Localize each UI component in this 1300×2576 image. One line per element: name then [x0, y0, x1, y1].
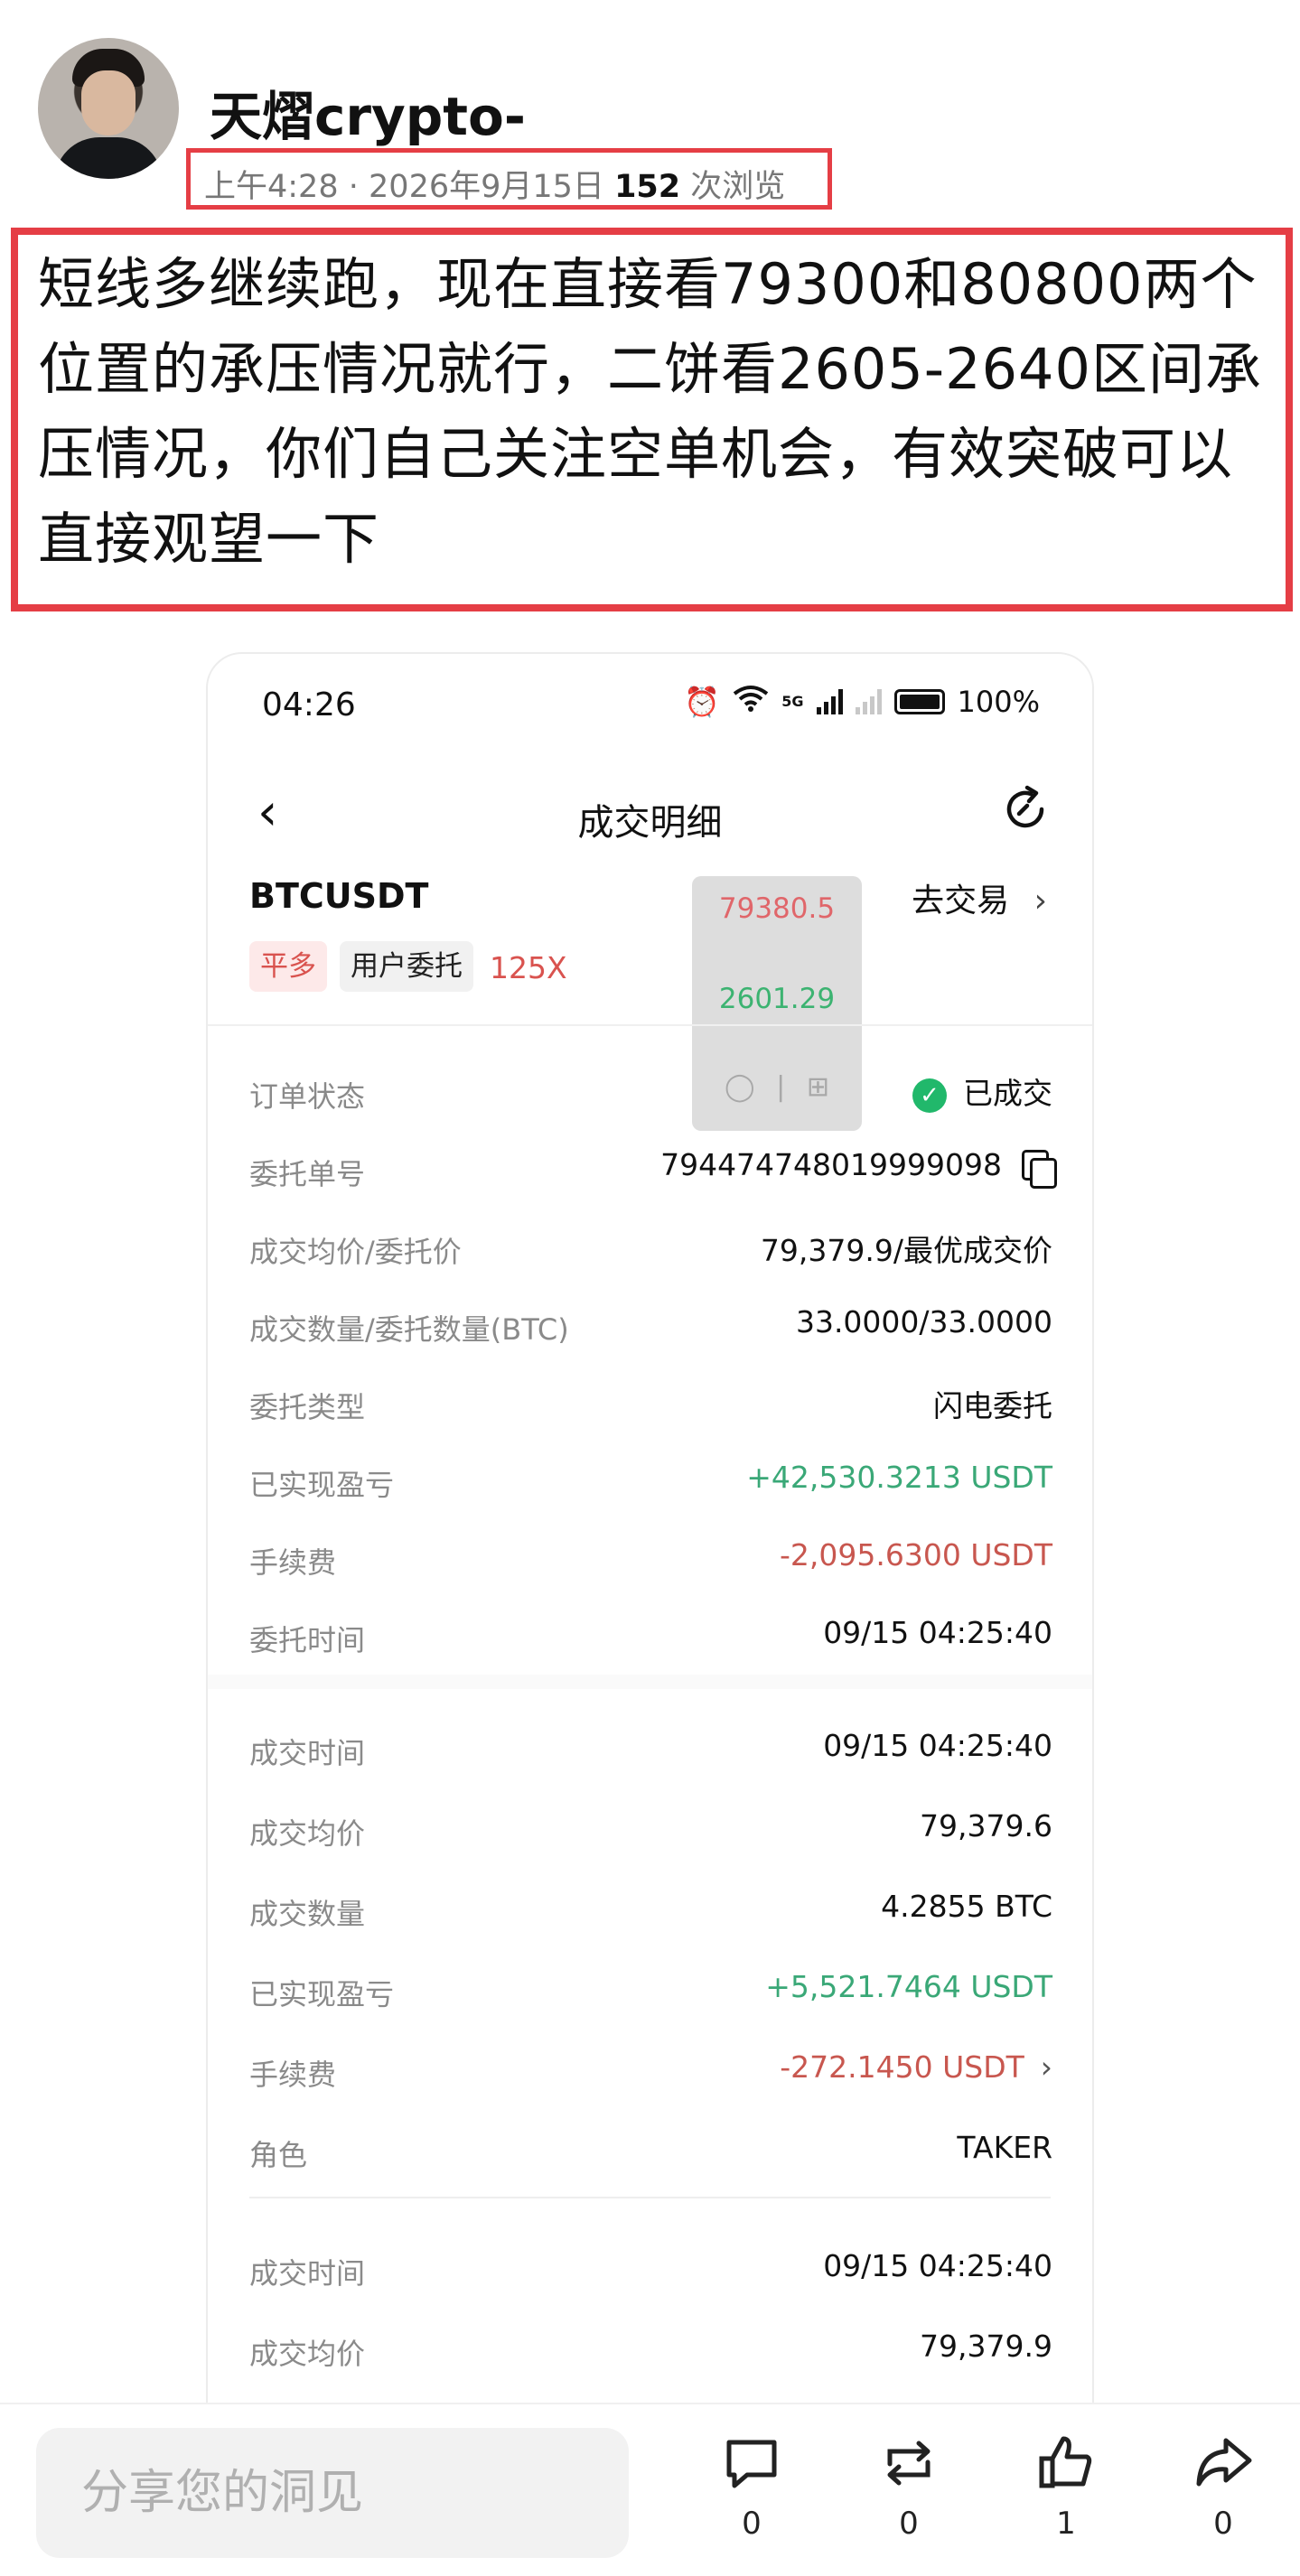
- post-content: 短线多继续跑，现在直接看79300和80800两个位置的承压情况就行，二饼看26…: [38, 251, 1262, 572]
- repost-button[interactable]: 0: [864, 2431, 954, 2542]
- fill-qty-label: 成交数量: [249, 1897, 366, 1931]
- fill-avg-price-value: 79,379.6: [920, 1808, 1052, 1843]
- comment-count: 0: [742, 2506, 762, 2542]
- battery-level: 100%: [957, 685, 1040, 719]
- trade-screenshot[interactable]: 04:26 ⏰ 5G 100% ‹ 成交明细 BTCUSDT 去交易 › 平多 …: [206, 652, 1094, 2549]
- order-id-label: 委托单号: [249, 1157, 366, 1191]
- fill2-avg-price-label: 成交均价: [249, 2337, 366, 2371]
- wifi-icon: [733, 685, 769, 719]
- views-count: 152: [614, 169, 681, 205]
- fee-value: -2,095.6300 USDT: [779, 1537, 1052, 1573]
- fill-fee-value[interactable]: -272.1450 USDT ›: [780, 2049, 1052, 2085]
- fill2-time-value: 09/15 04:25:40: [823, 2248, 1052, 2283]
- alarm-icon: ⏰: [684, 685, 721, 719]
- check-icon: ✓: [912, 1078, 947, 1113]
- realized-pnl-value: +42,530.3213 USDT: [746, 1460, 1052, 1495]
- avg-price-value: 79,379.9/最优成交价: [760, 1233, 1052, 1268]
- network-type: 5G: [781, 693, 804, 710]
- page-title: 成交明细: [577, 802, 723, 844]
- section-separator: [208, 1675, 1092, 1689]
- views-label: 次浏览: [690, 169, 786, 205]
- fill-pnl-label: 已实现盈亏: [249, 1977, 395, 2011]
- status-bar-time: 04:26: [262, 686, 356, 723]
- share-insight-input[interactable]: [36, 2428, 629, 2558]
- order-type-label: 委托类型: [249, 1390, 366, 1424]
- share-icon: [1196, 2438, 1252, 2487]
- avatar-face: [81, 70, 136, 135]
- fill-time-value: 09/15 04:25:40: [823, 1728, 1052, 1763]
- grid-icon[interactable]: ⊞: [807, 1071, 829, 1103]
- widget-price-eth: 2601.29: [718, 983, 836, 1015]
- order-status-value: ✓ 已成交: [912, 1069, 1052, 1113]
- go-trade-link[interactable]: 去交易 ›: [912, 874, 1047, 921]
- order-time-label: 委托时间: [249, 1623, 366, 1657]
- order-time-value: 09/15 04:25:40: [823, 1615, 1052, 1650]
- widget-price-btc: 79380.5: [718, 892, 836, 925]
- avatar-shirt: [54, 137, 163, 179]
- tag-close-long: 平多: [249, 941, 327, 992]
- copy-icon[interactable]: [1022, 1149, 1057, 1189]
- fill-time-label: 成交时间: [249, 1736, 366, 1770]
- divider-icon: |: [776, 1071, 786, 1103]
- refresh-icon[interactable]: [1000, 784, 1051, 838]
- comment-icon: [726, 2440, 777, 2488]
- fill2-avg-price-value: 79,379.9: [920, 2329, 1052, 2364]
- fill-avg-price-label: 成交均价: [249, 1816, 366, 1851]
- meta-separator: ·: [348, 169, 359, 205]
- fill-fee-label: 手续费: [249, 2058, 337, 2092]
- order-id-value: 794474748019999098: [660, 1147, 1057, 1189]
- qty-label: 成交数量/委托数量(BTC): [249, 1312, 569, 1347]
- signal-icon: [816, 689, 843, 714]
- widget-controls[interactable]: ◯ | ⊞: [692, 1071, 862, 1103]
- order-status-label: 订单状态: [249, 1079, 366, 1114]
- floating-price-widget[interactable]: 79380.5 2601.29 ◯ | ⊞: [692, 876, 862, 1131]
- thumbs-up-icon: [1039, 2436, 1092, 2488]
- fee-label: 手续费: [249, 1545, 337, 1580]
- realized-pnl-label: 已实现盈亏: [249, 1468, 395, 1502]
- chevron-right-icon: ›: [1040, 2049, 1052, 2085]
- post-meta: 上午4:28 · 2026年9月15日 152 次浏览: [204, 161, 785, 207]
- repost-count: 0: [899, 2506, 919, 2542]
- fill2-time-label: 成交时间: [249, 2256, 366, 2291]
- avatar[interactable]: [38, 38, 179, 179]
- tag-user-order: 用户委托: [340, 941, 473, 992]
- post-time: 上午4:28: [204, 169, 339, 205]
- comment-button[interactable]: 0: [706, 2431, 797, 2542]
- like-count: 1: [1056, 2506, 1076, 2542]
- symbol-name: BTCUSDT: [249, 876, 429, 916]
- bottom-action-bar: 0 0 1 0: [0, 2403, 1300, 2576]
- post-date: 2026年9月15日: [369, 169, 604, 205]
- qty-value: 33.0000/33.0000: [795, 1304, 1052, 1339]
- status-bar-icons: ⏰ 5G 100%: [684, 685, 1040, 719]
- fill-role-label: 角色: [249, 2138, 308, 2172]
- order-id-text: 794474748019999098: [660, 1147, 1002, 1182]
- share-count: 0: [1213, 2506, 1233, 2542]
- order-type-value: 闪电委托: [933, 1388, 1052, 1423]
- repost-icon: [887, 2441, 931, 2486]
- signal-2-icon: [855, 689, 882, 714]
- battery-icon: [893, 689, 945, 714]
- order-status-text: 已成交: [963, 1076, 1052, 1111]
- divider: [208, 1024, 1092, 1026]
- bell-icon[interactable]: ◯: [725, 1071, 755, 1103]
- share-button[interactable]: 0: [1178, 2431, 1268, 2542]
- avg-price-label: 成交均价/委托价: [249, 1235, 462, 1269]
- fill-role-value: TAKER: [957, 2130, 1052, 2165]
- fill-pnl-value: +5,521.7464 USDT: [765, 1969, 1052, 2004]
- go-trade-label: 去交易: [912, 882, 1010, 919]
- divider: [249, 2197, 1051, 2198]
- chevron-right-icon: ›: [1033, 882, 1047, 919]
- leverage-label: 125X: [490, 950, 567, 985]
- fill-fee-text: -272.1450 USDT: [780, 2049, 1024, 2085]
- username[interactable]: 天熠crypto-: [210, 74, 526, 150]
- like-button[interactable]: 1: [1021, 2431, 1111, 2542]
- fill-qty-value: 4.2855 BTC: [881, 1889, 1052, 1924]
